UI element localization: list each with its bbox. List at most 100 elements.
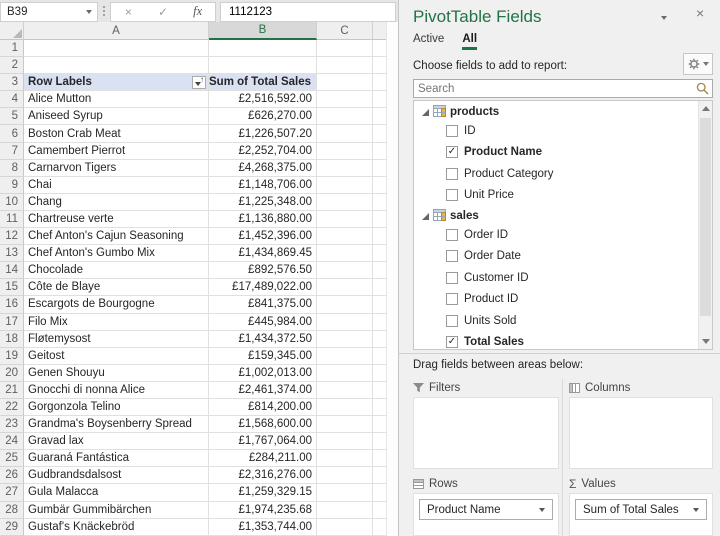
empty-cell[interactable] (373, 262, 386, 280)
field-item[interactable]: Order ID (446, 224, 698, 246)
product-cell[interactable]: Filo Mix (24, 313, 209, 331)
value-cell[interactable]: £1,353,744.00 (209, 518, 317, 536)
scrollbar-thumb[interactable] (700, 118, 711, 316)
pill-dropdown-icon[interactable] (693, 507, 699, 512)
value-cell[interactable]: £1,434,372.50 (209, 330, 317, 348)
filters-drop-area[interactable] (413, 397, 559, 469)
row-number[interactable]: 7 (0, 142, 24, 160)
empty-cell[interactable] (317, 74, 373, 92)
value-cell[interactable]: £1,452,396.00 (209, 228, 317, 246)
empty-cell[interactable] (373, 125, 386, 143)
filter-sort-button[interactable]: ↑ (192, 75, 206, 90)
product-cell[interactable]: Genen Shouyu (24, 364, 209, 382)
product-cell[interactable]: Gumbär Gummibärchen (24, 501, 209, 519)
row-number[interactable]: 27 (0, 484, 24, 502)
row-number[interactable]: 2 (0, 57, 24, 75)
empty-cell[interactable] (373, 381, 386, 399)
empty-cell[interactable] (317, 108, 373, 126)
empty-cell[interactable] (317, 501, 373, 519)
product-cell[interactable]: Gustaf's Knäckebröd (24, 518, 209, 536)
empty-cell[interactable] (317, 296, 373, 314)
empty-cell[interactable] (317, 125, 373, 143)
row-number[interactable]: 25 (0, 450, 24, 468)
row-number[interactable]: 28 (0, 501, 24, 519)
row-number[interactable]: 29 (0, 518, 24, 536)
field-item[interactable]: ID (446, 120, 698, 142)
tab-active[interactable]: Active (413, 33, 444, 50)
empty-cell[interactable] (317, 313, 373, 331)
field-item[interactable]: ✓ Product Name (446, 142, 698, 164)
empty-cell[interactable] (317, 210, 373, 229)
field-checkbox[interactable]: ✓ (446, 336, 458, 349)
empty-cell[interactable] (373, 484, 386, 502)
empty-cell[interactable] (373, 193, 386, 211)
empty-cell[interactable] (209, 40, 317, 58)
empty-cell[interactable] (373, 467, 386, 485)
field-checkbox[interactable] (446, 124, 458, 137)
product-cell[interactable]: Chang (24, 193, 209, 211)
field-checkbox[interactable]: ✓ (446, 146, 458, 159)
product-cell[interactable]: Gravad lax (24, 433, 209, 451)
product-cell[interactable]: Chef Anton's Gumbo Mix (24, 245, 209, 263)
empty-cell[interactable] (317, 142, 373, 160)
empty-cell[interactable] (373, 296, 386, 314)
row-number[interactable]: 12 (0, 228, 24, 246)
close-icon[interactable]: × (696, 5, 704, 21)
value-cell[interactable]: £814,200.00 (209, 398, 317, 417)
row-number[interactable]: 20 (0, 364, 24, 382)
product-cell[interactable]: Grandma's Boysenberry Spread (24, 416, 209, 434)
value-cell[interactable]: £1,434,869.45 (209, 245, 317, 263)
row-number[interactable]: 26 (0, 467, 24, 485)
column-header-a[interactable]: A (24, 22, 209, 40)
values-field-pill[interactable]: Sum of Total Sales (575, 499, 707, 520)
value-cell[interactable]: £1,002,013.00 (209, 364, 317, 382)
empty-cell[interactable] (373, 450, 386, 468)
field-checkbox[interactable] (446, 314, 458, 327)
formula-input[interactable]: 1112123 (220, 1, 396, 22)
expand-triangle-icon[interactable] (422, 108, 429, 116)
row-number[interactable]: 19 (0, 347, 24, 365)
empty-cell[interactable] (373, 364, 386, 382)
field-group-header[interactable]: products (422, 104, 698, 120)
row-number[interactable]: 3 (0, 74, 24, 92)
value-cell[interactable]: £1,259,329.15 (209, 484, 317, 502)
row-number[interactable]: 16 (0, 296, 24, 314)
value-cell[interactable]: £841,375.00 (209, 296, 317, 314)
product-cell[interactable]: Guaraná Fantástica (24, 450, 209, 468)
value-cell[interactable]: £159,345.00 (209, 347, 317, 365)
search-box[interactable] (413, 79, 713, 98)
empty-cell[interactable] (373, 347, 386, 365)
worksheet-vertical-scrollbar[interactable] (386, 22, 398, 536)
value-cell[interactable]: £445,984.00 (209, 313, 317, 331)
product-cell[interactable]: Chef Anton's Cajun Seasoning (24, 228, 209, 246)
enter-check-icon[interactable]: ✓ (148, 5, 178, 19)
formula-bar-drag-handle-icon[interactable] (98, 6, 110, 16)
empty-cell[interactable] (317, 330, 373, 348)
row-number[interactable]: 15 (0, 279, 24, 297)
empty-cell[interactable] (373, 176, 386, 194)
name-box[interactable]: B39 (0, 1, 98, 22)
product-cell[interactable]: Gula Malacca (24, 484, 209, 502)
value-cell[interactable]: £2,316,276.00 (209, 467, 317, 485)
row-number[interactable]: 13 (0, 245, 24, 263)
tab-all[interactable]: All (462, 33, 478, 50)
empty-cell[interactable] (373, 91, 386, 109)
column-header-partial[interactable] (373, 22, 386, 40)
empty-cell[interactable] (373, 228, 386, 246)
empty-cell[interactable] (373, 142, 386, 160)
empty-cell[interactable] (209, 57, 317, 75)
field-checkbox[interactable] (446, 189, 458, 202)
empty-cell[interactable] (317, 159, 373, 177)
row-number[interactable]: 22 (0, 398, 24, 417)
empty-cell[interactable] (373, 416, 386, 434)
product-cell[interactable]: Boston Crab Meat (24, 125, 209, 143)
value-cell[interactable]: £2,252,704.00 (209, 142, 317, 160)
row-number[interactable]: 18 (0, 330, 24, 348)
row-number[interactable]: 17 (0, 313, 24, 331)
empty-cell[interactable] (317, 57, 373, 75)
column-header-b-selected[interactable]: B (209, 22, 317, 40)
empty-cell[interactable] (373, 40, 386, 58)
product-cell[interactable]: Chocolade (24, 262, 209, 280)
cancel-icon[interactable]: × (113, 5, 143, 19)
empty-cell[interactable] (317, 176, 373, 194)
